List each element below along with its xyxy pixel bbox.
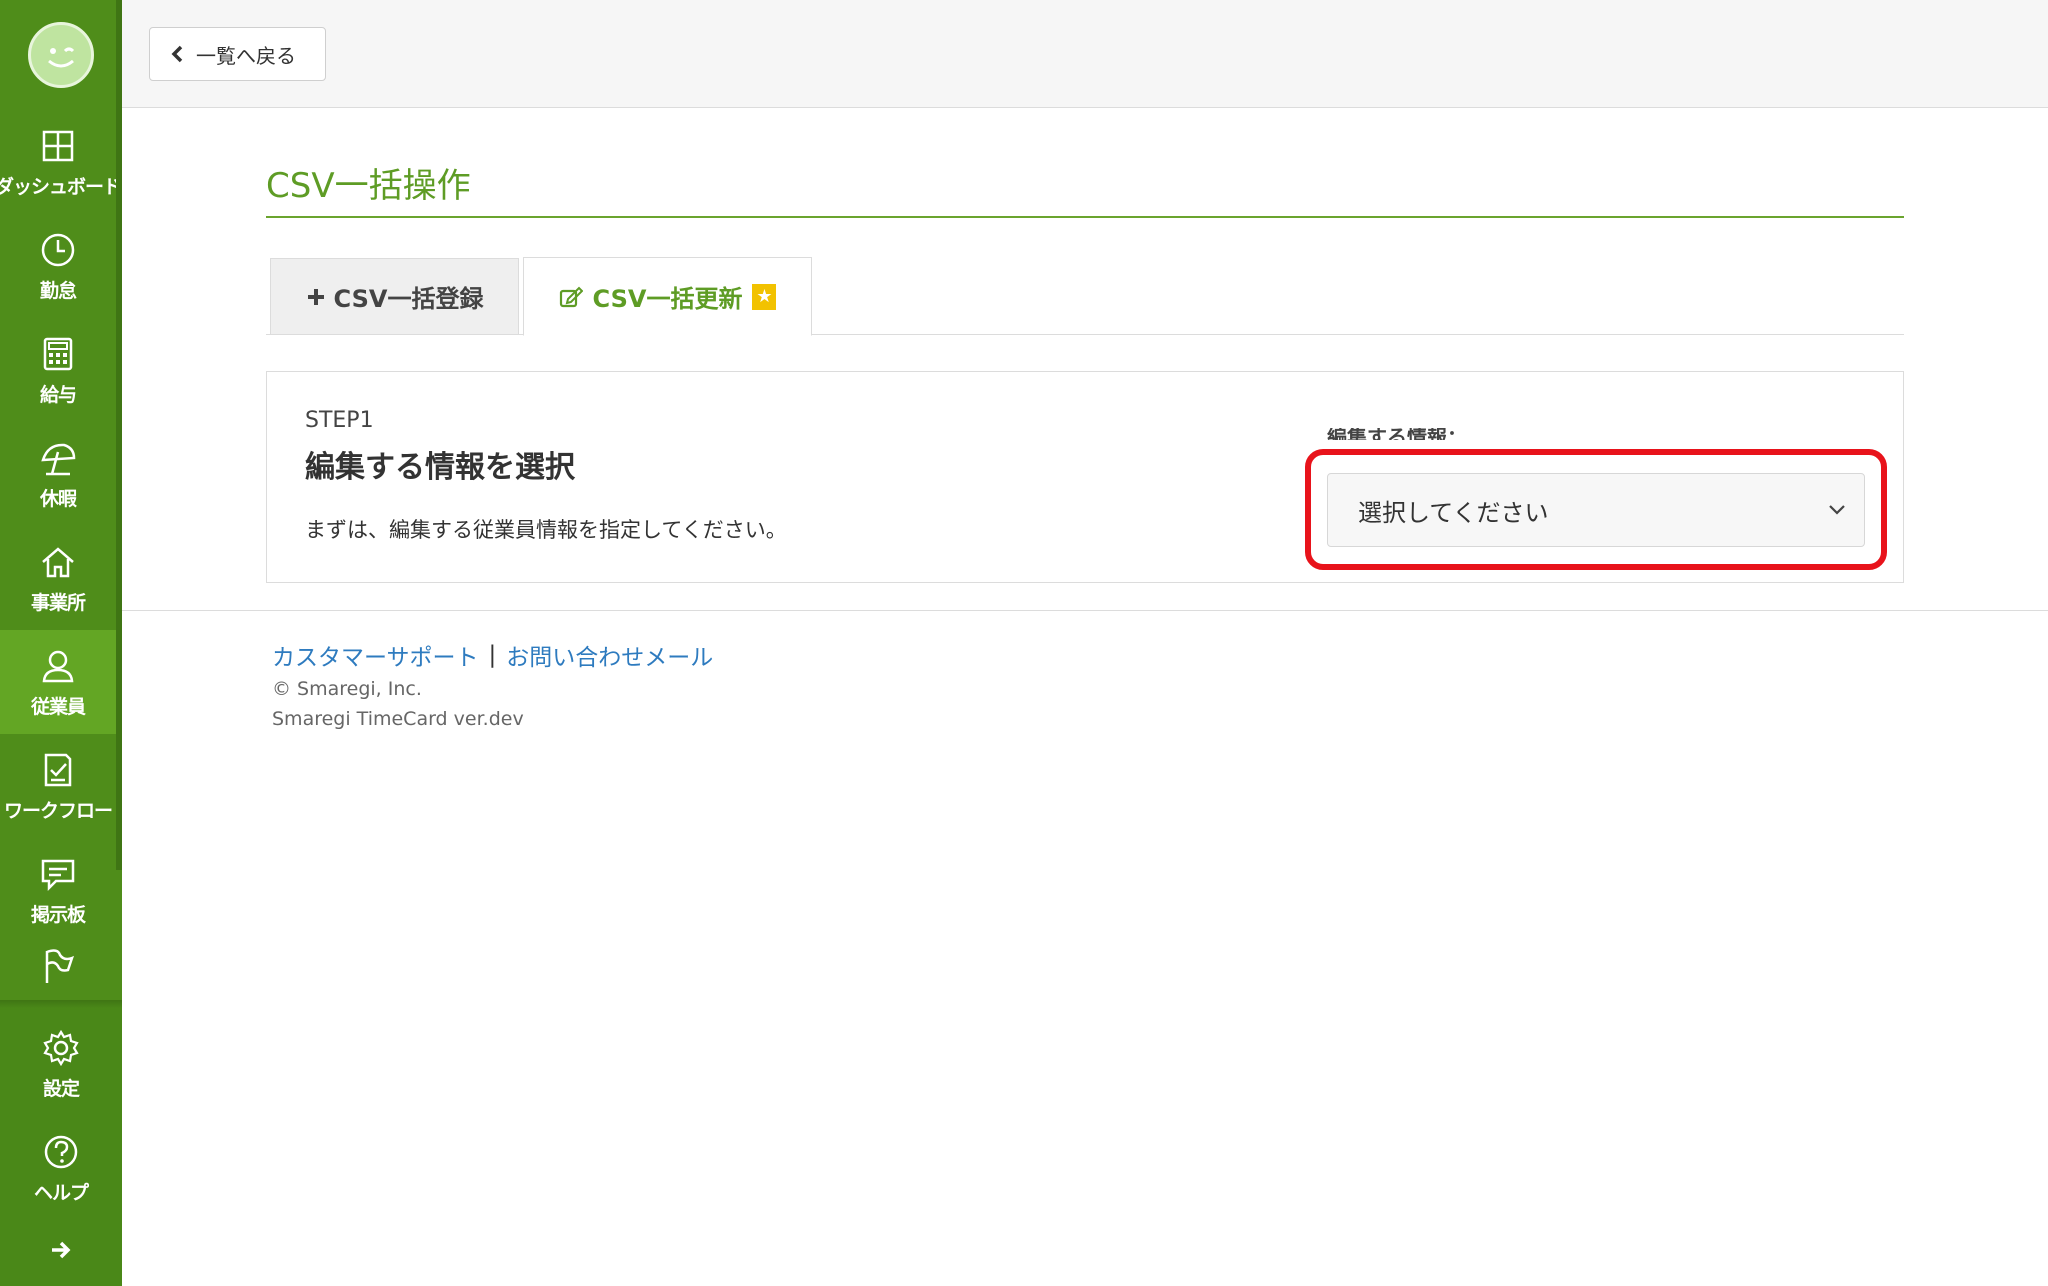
field-label: 編集する情報：: [1327, 428, 1527, 440]
sidebar-item-employees[interactable]: 従業員: [0, 630, 116, 734]
sidebar-item-label: ワークフロー: [3, 799, 113, 822]
sidebar-nav: ダッシュボード 勤怠 給与 休暇 事業所 従業員 ワークフロー 掲示板: [0, 0, 122, 1000]
tab-label: CSV一括更新: [592, 285, 743, 313]
sidebar-item-label: 勤怠: [39, 279, 77, 302]
top-bar: 一覧へ戻る: [122, 0, 2048, 108]
customer-support-link[interactable]: カスタマーサポート: [272, 638, 479, 672]
plus-icon: [307, 288, 324, 305]
star-icon: ★: [752, 283, 777, 310]
footer-separator: |: [488, 642, 497, 668]
flag-icon: [45, 949, 75, 983]
sidebar-item-leave[interactable]: 休暇: [0, 422, 116, 526]
clock-icon: [41, 233, 75, 266]
gear-icon: [43, 1029, 79, 1066]
tab-csv-update[interactable]: CSV一括更新 ★: [523, 257, 812, 336]
title-divider: [266, 216, 1904, 218]
sidebar-item-flag[interactable]: [0, 946, 116, 1006]
parasol-icon: [41, 443, 76, 475]
sidebar-item-board[interactable]: 掲示板: [0, 838, 116, 942]
version-text: Smaregi TimeCard ver.dev: [272, 708, 524, 730]
sidebar: ダッシュボード 勤怠 給与 休暇 事業所 従業員 ワークフロー 掲示板 設定 ヘ…: [0, 0, 122, 1286]
sidebar-item-label: ヘルプ: [33, 1181, 89, 1204]
sidebar-item-help[interactable]: ヘルプ: [0, 1116, 122, 1220]
sidebar-item-label: ダッシュボード: [0, 175, 122, 198]
sidebar-item-label: 従業員: [30, 695, 86, 718]
footer-links: カスタマーサポート | お問い合わせメール: [272, 638, 713, 672]
logo[interactable]: [28, 22, 94, 88]
step-title: 編集する情報を選択: [305, 450, 575, 485]
copyright: © Smaregi, Inc.: [272, 678, 422, 700]
tabs-baseline: [266, 334, 1904, 335]
step-description: まずは、編集する従業員情報を指定してください。: [305, 518, 787, 542]
sidebar-item-payroll[interactable]: 給与: [0, 318, 116, 422]
smile-logo-icon: [48, 47, 75, 68]
sidebar-item-dashboard[interactable]: ダッシュボード: [0, 110, 122, 214]
sidebar-item-label: 給与: [39, 383, 77, 406]
sidebar-item-label: 休暇: [39, 487, 77, 510]
highlight-annotation: [1305, 449, 1887, 570]
sidebar-expand-button[interactable]: [0, 1222, 122, 1278]
calculator-icon: [43, 337, 73, 370]
back-to-list-button[interactable]: 一覧へ戻る: [149, 27, 326, 81]
sidebar-item-label: 設定: [42, 1077, 80, 1100]
sidebar-scrollbar[interactable]: [116, 0, 122, 870]
sidebar-item-attendance[interactable]: 勤怠: [0, 214, 116, 318]
chat-icon: [41, 859, 75, 891]
back-button-label: 一覧へ戻る: [196, 43, 296, 68]
user-icon: [42, 650, 74, 682]
sidebar-item-workflow[interactable]: ワークフロー: [0, 734, 116, 838]
sidebar-item-office[interactable]: 事業所: [0, 526, 116, 630]
dashboard-icon: [42, 130, 74, 161]
arrow-right-icon: [52, 1241, 71, 1259]
page-title: CSV一括操作: [266, 166, 471, 206]
sidebar-item-settings[interactable]: 設定: [0, 1012, 122, 1116]
sidebar-item-label: 事業所: [30, 591, 86, 614]
tab-csv-register[interactable]: CSV一括登録: [270, 258, 519, 334]
help-icon: [44, 1135, 78, 1168]
tab-label: CSV一括登録: [333, 285, 484, 313]
sidebar-divider: [0, 1000, 122, 1008]
edit-icon: [559, 286, 583, 307]
step-number: STEP1: [305, 408, 374, 433]
chevron-left-icon: [171, 45, 183, 63]
home-icon: [42, 546, 74, 577]
footer-divider: [122, 610, 2048, 611]
checklist-icon: [44, 753, 72, 786]
contact-mail-link[interactable]: お問い合わせメール: [506, 638, 713, 672]
sidebar-item-label: 掲示板: [30, 903, 86, 926]
field-label-text: 編集する情報：: [1327, 428, 1467, 440]
